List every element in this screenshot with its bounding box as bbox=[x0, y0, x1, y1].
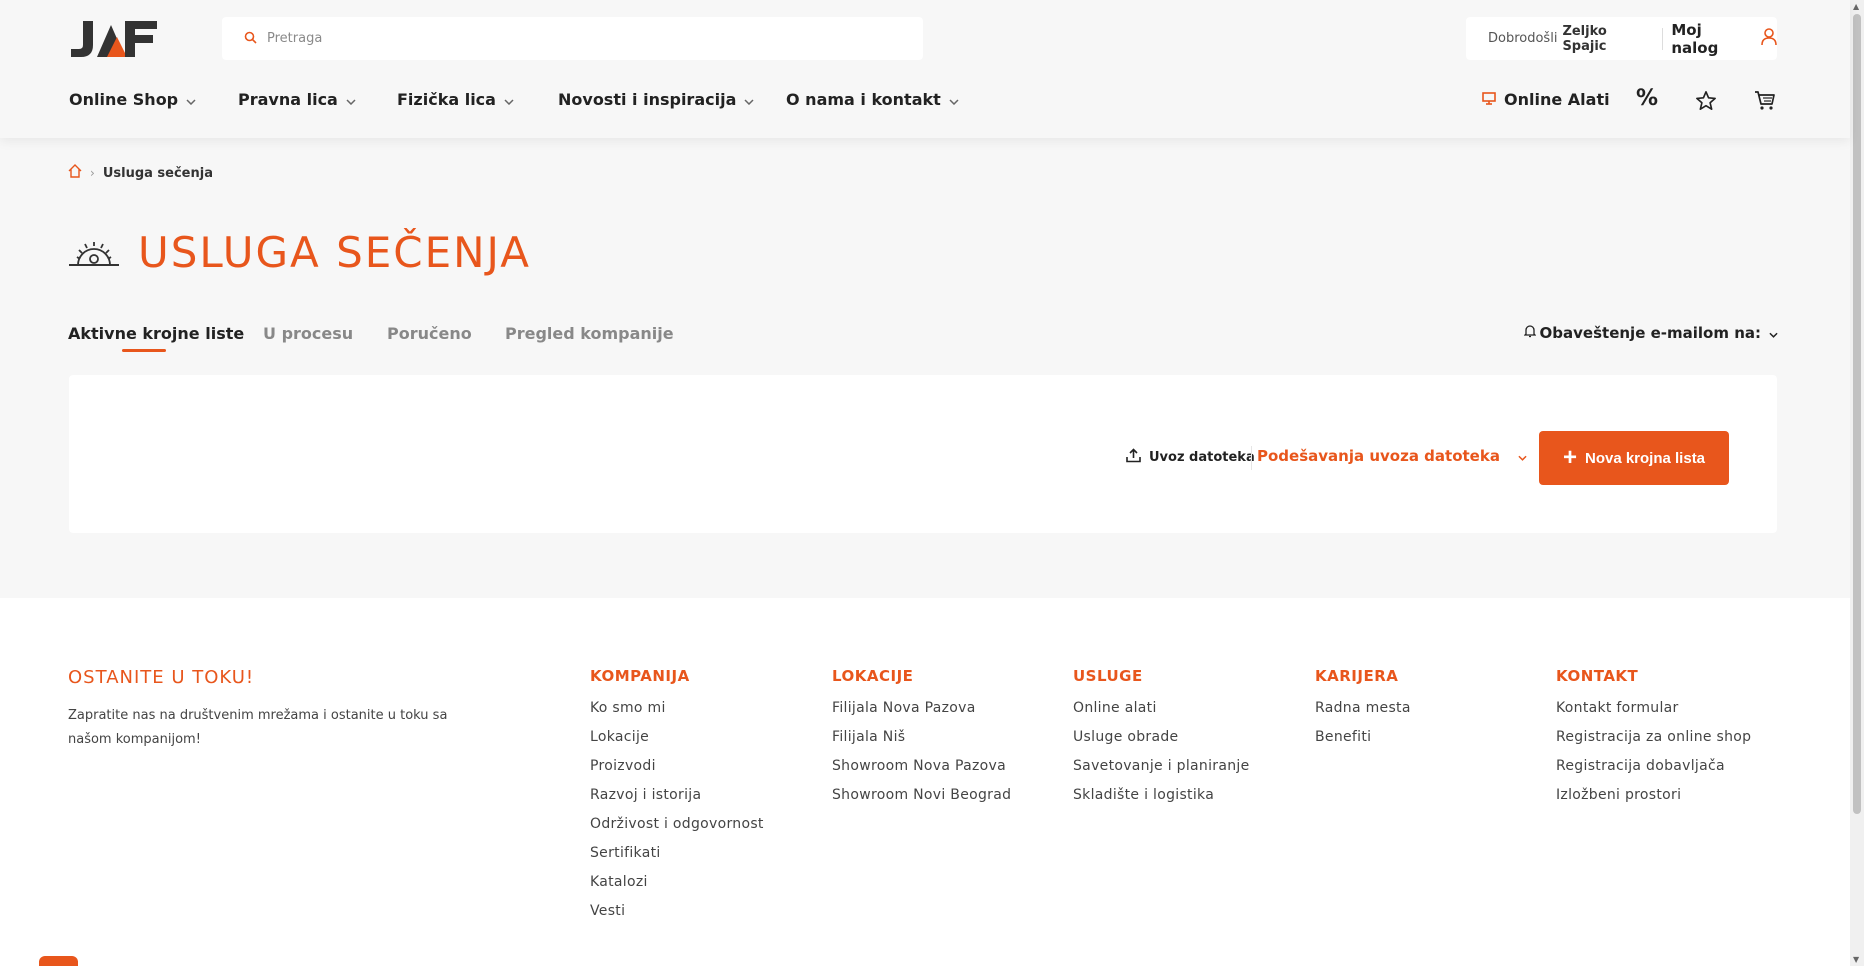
chevron-down-icon bbox=[1518, 447, 1527, 465]
import-label: Uvoz datoteka bbox=[1149, 450, 1255, 465]
breadcrumb: › Usluga sečenja bbox=[68, 164, 213, 182]
home-icon[interactable] bbox=[68, 164, 82, 182]
import-settings-label: Podešavanja uvoza datoteka bbox=[1257, 447, 1500, 465]
footer-link[interactable]: Vesti bbox=[590, 902, 764, 931]
footer-link[interactable]: Showroom Nova Pazova bbox=[832, 757, 1011, 786]
bell-icon bbox=[1522, 324, 1537, 342]
footer-link[interactable]: Showroom Novi Beograd bbox=[832, 786, 1011, 815]
chat-widget-tab[interactable] bbox=[39, 956, 78, 966]
footer-column-title: LOKACIJE bbox=[832, 667, 914, 685]
new-cutting-list-button[interactable]: + Nova krojna lista bbox=[1539, 431, 1729, 485]
online-tools-label: Online Alati bbox=[1504, 90, 1610, 109]
footer-link[interactable]: Filijala Nova Pazova bbox=[832, 699, 1011, 728]
footer-link[interactable]: Savetovanje i planiranje bbox=[1073, 757, 1249, 786]
footer-link[interactable]: Radna mesta bbox=[1315, 699, 1411, 728]
chevron-down-icon bbox=[186, 90, 196, 109]
footer-column-title: KONTAKT bbox=[1556, 667, 1639, 685]
footer-link[interactable]: Filijala Niš bbox=[832, 728, 1011, 757]
chevron-down-icon bbox=[744, 90, 754, 109]
email-notification-dropdown[interactable]: Obaveštenje e-mailom na: bbox=[1522, 324, 1778, 342]
chevron-down-icon bbox=[504, 90, 514, 109]
tab-aktivne-krojne-liste[interactable]: Aktivne krojne liste bbox=[68, 324, 244, 343]
user-icon[interactable] bbox=[1761, 27, 1777, 50]
footer-link[interactable]: Benefiti bbox=[1315, 728, 1411, 757]
footer-link[interactable]: Registracija za online shop bbox=[1556, 728, 1751, 757]
footer-stay-title: OSTANITE U TOKU! bbox=[68, 667, 255, 688]
footer-link[interactable]: Izložbeni prostori bbox=[1556, 786, 1751, 815]
jaf-logo[interactable] bbox=[69, 19, 159, 59]
site-header: Dobrodošli Zeljko Spajic Moj nalog Onlin… bbox=[0, 0, 1850, 138]
footer-link[interactable]: Održivost i odgovornost bbox=[590, 815, 764, 844]
cart-icon[interactable] bbox=[1754, 90, 1776, 115]
footer-column-karijera: KARIJERA Radna mesta Benefiti bbox=[1315, 667, 1411, 757]
footer-link[interactable]: Sertifikati bbox=[590, 844, 764, 873]
chevron-right-icon: › bbox=[90, 166, 95, 180]
footer-link[interactable]: Razvoj i istorija bbox=[590, 786, 764, 815]
my-account-link[interactable]: Moj nalog bbox=[1671, 21, 1753, 57]
footer-column-kontakt: KONTAKT Kontakt formular Registracija za… bbox=[1556, 667, 1751, 815]
divider bbox=[1662, 27, 1664, 50]
account-box[interactable]: Dobrodošli Zeljko Spajic Moj nalog bbox=[1466, 17, 1777, 60]
upload-icon bbox=[1126, 448, 1141, 467]
page-title: USLUGA SEČENJA bbox=[138, 228, 531, 277]
search-icon bbox=[244, 29, 257, 48]
nav-o-nama[interactable]: O nama i kontakt bbox=[786, 90, 959, 109]
footer-link[interactable]: Registracija dobavljača bbox=[1556, 757, 1751, 786]
footer-column-kompanija: KOMPANIJA Ko smo mi Lokacije Proizvodi R… bbox=[590, 667, 764, 931]
footer-link[interactable]: Katalozi bbox=[590, 873, 764, 902]
footer-link[interactable]: Lokacije bbox=[590, 728, 764, 757]
footer-stay-text: Zapratite nas na društvenim mrežama i os… bbox=[68, 708, 448, 747]
chevron-down-icon bbox=[346, 90, 356, 109]
nav-label: Online Shop bbox=[69, 90, 179, 109]
footer-column-lokacije: LOKACIJE Filijala Nova Pazova Filijala N… bbox=[832, 667, 1011, 815]
scroll-down-arrow-icon[interactable]: ▼ bbox=[1853, 955, 1859, 964]
footer-link[interactable]: Usluge obrade bbox=[1073, 728, 1249, 757]
footer-column-title: KARIJERA bbox=[1315, 667, 1399, 685]
page-header: USLUGA SEČENJA bbox=[68, 228, 531, 277]
notify-label: Obaveštenje e-mailom na: bbox=[1539, 324, 1761, 342]
nav-online-shop[interactable]: Online Shop bbox=[69, 90, 196, 109]
monitor-icon bbox=[1482, 90, 1496, 109]
import-settings-dropdown[interactable]: Podešavanja uvoza datoteka bbox=[1257, 447, 1527, 465]
nav-label: Fizička lica bbox=[397, 90, 496, 109]
new-button-label: Nova krojna lista bbox=[1584, 449, 1706, 467]
file-import-button[interactable]: Uvoz datoteka bbox=[1126, 448, 1255, 467]
online-tools-link[interactable]: Online Alati bbox=[1482, 90, 1610, 109]
nav-pravna-lica[interactable]: Pravna lica bbox=[238, 90, 356, 109]
nav-label: O nama i kontakt bbox=[786, 90, 941, 109]
vertical-scrollbar[interactable]: ▲ ▼ bbox=[1850, 0, 1864, 966]
search-input[interactable] bbox=[267, 31, 867, 46]
chevron-down-icon bbox=[1769, 324, 1778, 342]
footer-link[interactable]: Kontakt formular bbox=[1556, 699, 1751, 728]
username: Zeljko Spajic bbox=[1562, 23, 1607, 54]
nav-label: Novosti i inspiracija bbox=[558, 90, 737, 109]
tab-pregled-kompanije[interactable]: Pregled kompanije bbox=[505, 324, 674, 343]
nav-fizicka-lica[interactable]: Fizička lica bbox=[397, 90, 514, 109]
active-tab-indicator bbox=[122, 349, 166, 352]
tab-u-procesu[interactable]: U procesu bbox=[263, 324, 353, 343]
tab-poruceno[interactable]: Poručeno bbox=[387, 324, 472, 343]
nav-label: Pravna lica bbox=[238, 90, 338, 109]
scroll-up-arrow-icon[interactable]: ▲ bbox=[1853, 2, 1859, 11]
footer-link[interactable]: Proizvodi bbox=[590, 757, 764, 786]
footer-column-title: KOMPANIJA bbox=[590, 667, 690, 685]
nav-novosti[interactable]: Novosti i inspiracija bbox=[558, 90, 754, 109]
footer-column-usluge: USLUGE Online alati Usluge obrade Saveto… bbox=[1073, 667, 1249, 815]
footer-link[interactable]: Ko smo mi bbox=[590, 699, 764, 728]
footer-link[interactable]: Skladište i logistika bbox=[1073, 786, 1249, 815]
chevron-down-icon bbox=[949, 90, 959, 109]
welcome-text: Dobrodošli bbox=[1488, 31, 1558, 46]
breadcrumb-current: Usluga sečenja bbox=[102, 165, 213, 181]
scrollbar-thumb[interactable] bbox=[1853, 14, 1861, 814]
star-icon[interactable] bbox=[1695, 90, 1717, 115]
divider bbox=[1251, 446, 1252, 470]
search-bar[interactable] bbox=[222, 17, 923, 60]
discount-percent-icon[interactable]: % bbox=[1636, 86, 1658, 111]
footer-column-title: USLUGE bbox=[1073, 667, 1143, 685]
circular-saw-icon bbox=[68, 233, 120, 273]
footer-link[interactable]: Online alati bbox=[1073, 699, 1249, 728]
plus-icon: + bbox=[1562, 444, 1577, 471]
